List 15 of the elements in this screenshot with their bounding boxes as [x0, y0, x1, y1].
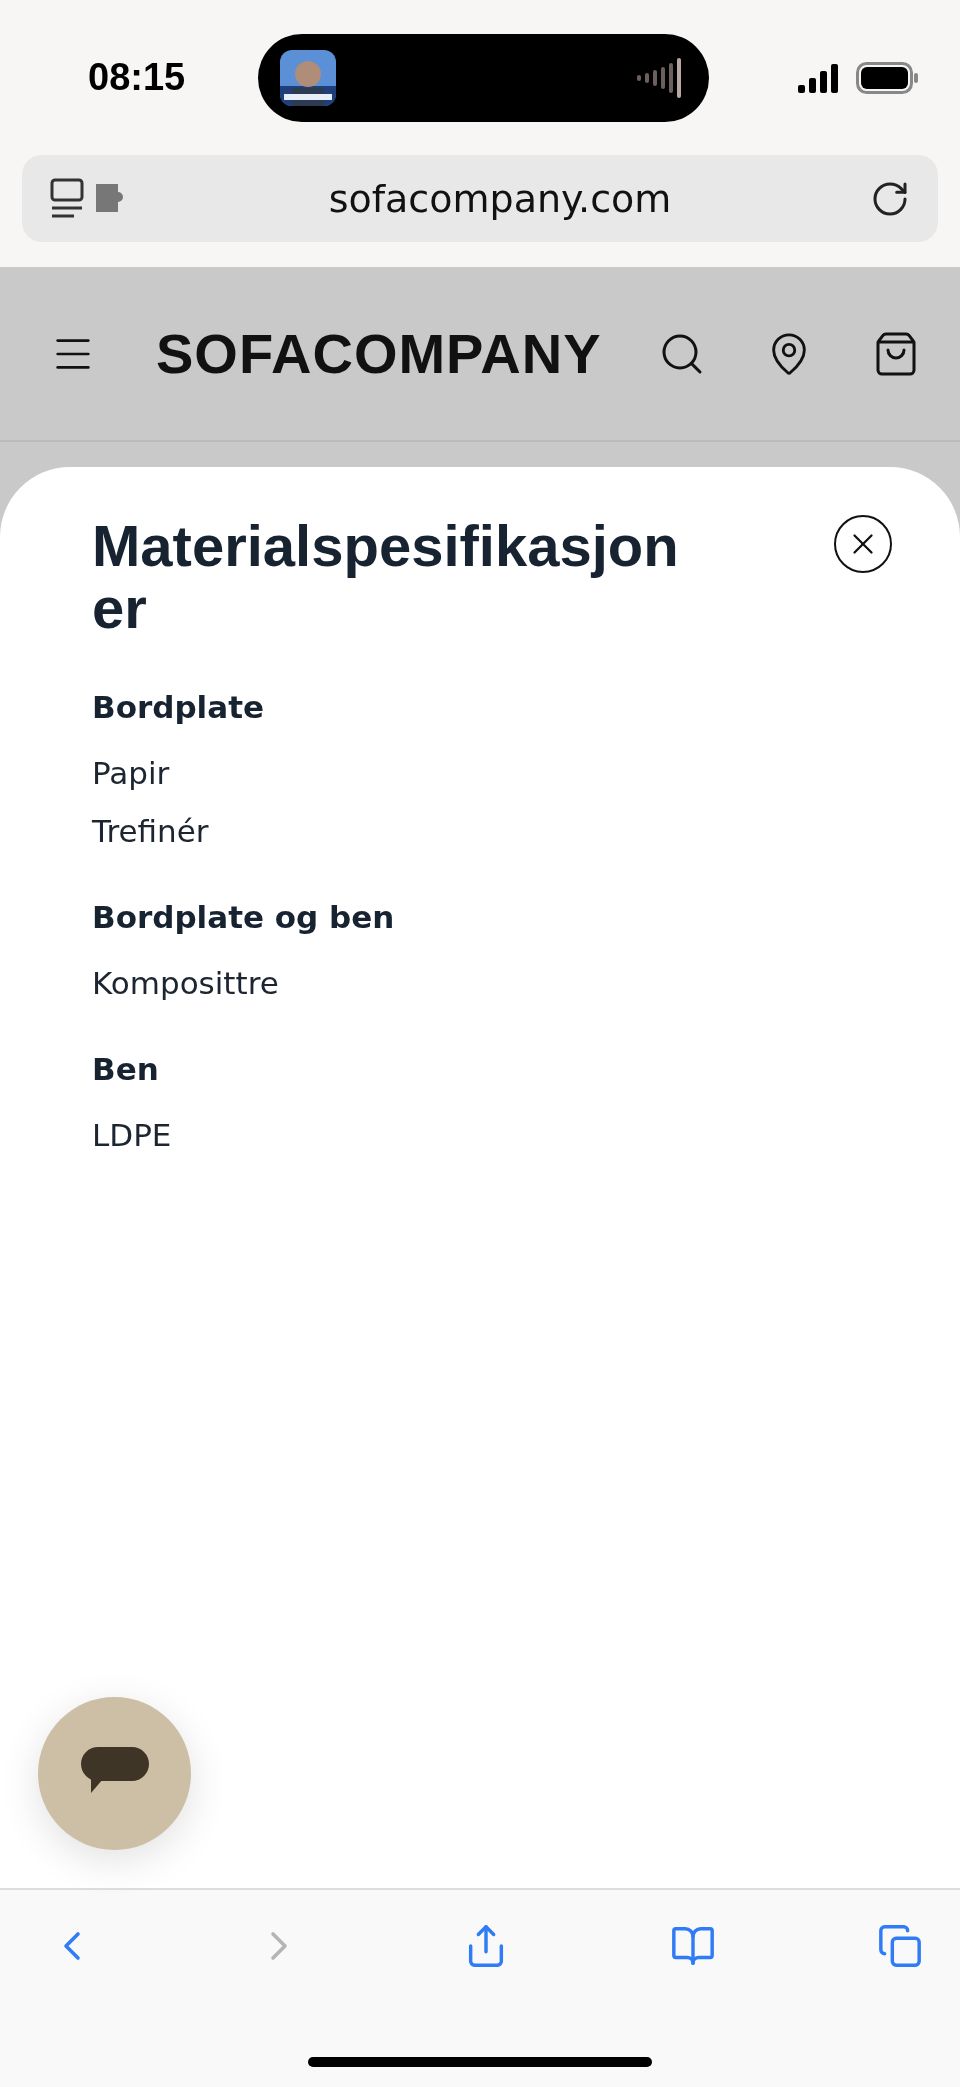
address-bar[interactable]: sofacompany.com	[22, 155, 938, 242]
close-button[interactable]	[834, 515, 892, 573]
material-item: Trefinér	[92, 813, 210, 849]
material-item: Komposittre	[92, 965, 280, 1001]
sheet-title: Materialspesifikasjoner	[92, 515, 680, 639]
material-item: LDPE	[92, 1117, 173, 1153]
section-heading: Ben	[92, 1051, 160, 1087]
battery-icon	[856, 61, 920, 94]
url-text: sofacompany.com	[327, 176, 673, 221]
tabs-icon	[877, 1923, 923, 1969]
section-heading: Bordplate og ben	[92, 899, 396, 935]
site-logo[interactable]: SOFACOMPANY	[156, 321, 638, 386]
section-heading: Bordplate	[92, 689, 265, 725]
material-item: Papir	[92, 755, 171, 791]
status-time: 08:15	[88, 56, 187, 99]
